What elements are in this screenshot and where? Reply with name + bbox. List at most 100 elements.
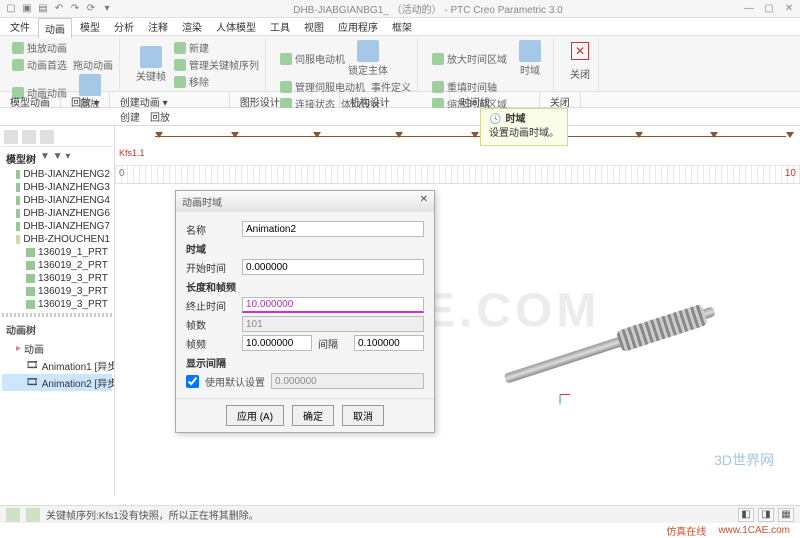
anim-item[interactable]: 🎞Animation1 [异步-分解] [2,357,112,374]
undo-icon[interactable]: ↶ [52,2,66,16]
tree-part[interactable]: 136019_3_PRT [2,272,112,285]
quick-access-toolbar: ▢ ▣ ▤ ↶ ↷ ⟳ ▾ [4,2,114,16]
status-text: 关键帧序列:Kfs1没有快照，所以正在将其删除。 [46,507,259,522]
window-title: DHB-JIABGIANBG1_ （活动的） - PTC Creo Parame… [114,1,742,16]
ribbon-drag[interactable]: 拖动动画 [73,57,113,72]
tree-tab2-icon[interactable] [22,130,36,144]
menu-animation[interactable]: 动画 [38,18,72,38]
dialog-title: 动画时域 [182,194,222,209]
ribbon-remove[interactable]: 移除 [174,74,259,89]
tree-tab-icon[interactable] [4,130,18,144]
ribbon-close-label: 关闭 [570,66,590,81]
input-interval[interactable] [354,335,424,351]
tree-item[interactable]: DHB-JIANZHENG4 [2,194,112,207]
tree-part[interactable]: 136019_1_PRT [2,246,112,259]
minimize-icon[interactable]: — [742,3,756,14]
menu-tools[interactable]: 工具 [264,17,296,36]
lbl-end: 终止时间 [186,298,236,313]
grp-modelanim: 模型动画 [0,92,61,107]
ribbon-close-icon[interactable]: ✕ [571,42,589,60]
status-icon2[interactable] [26,508,40,522]
sec-interval: 显示间隔 [186,355,424,370]
sb-icon[interactable]: ▦ [778,508,794,522]
btn-playback2[interactable]: 回放 [150,109,170,124]
menu-model[interactable]: 模型 [74,17,106,36]
tree-tools[interactable]: 模型树 ▼ ▼ ▾ [2,149,112,168]
menu-annotate[interactable]: 注释 [142,17,174,36]
btn-cancel[interactable]: 取消 [342,405,384,426]
maximize-icon[interactable]: ▢ [762,3,776,14]
windows-icon[interactable]: ▾ [100,2,114,16]
ribbon-play[interactable]: 独放动画 [12,40,67,55]
status-bar: 关键帧序列:Kfs1没有快照，所以正在将其删除。 ◧ ◨ ▦ [0,505,800,523]
open-icon[interactable]: ▣ [20,2,34,16]
menu-render[interactable]: 渲染 [176,17,208,36]
ribbon-zoomin-time[interactable]: 放大时间区域 [432,51,507,66]
input-frames [242,316,424,332]
tree-item[interactable]: DHB-JIANZHENG3 [2,181,112,194]
tree-item[interactable]: DHB-JIANZHENG6 [2,207,112,220]
chk-default[interactable] [186,375,199,388]
grp-create[interactable]: 创建动画 ▾ [110,92,230,107]
lbl-start: 开始时间 [186,260,236,275]
dialog-close-icon[interactable]: ✕ [420,194,428,209]
menu-view[interactable]: 视图 [298,17,330,36]
anim-root[interactable]: ▸动画 [2,340,112,357]
sb-icon[interactable]: ◨ [758,508,774,522]
menu-file[interactable]: 文件 [4,17,36,36]
new-icon[interactable]: ▢ [4,2,18,16]
input-end[interactable] [242,297,424,313]
close-icon[interactable]: ✕ [782,3,796,14]
grp-graphic: 图形设计 [230,92,340,107]
csys-triad-icon [552,386,570,404]
input-usedef [271,373,424,389]
tree-item[interactable]: DHB-JIANZHENG2 [2,168,112,181]
redo-icon[interactable]: ↷ [68,2,82,16]
tree-item[interactable]: DHB-JIANZHENG7 [2,220,112,233]
input-start[interactable] [242,259,424,275]
lbl-frames: 帧数 [186,317,236,332]
ribbon-manage-kf[interactable]: 管理关键帧序列 [174,57,259,72]
footer-url: www.1CAE.com [718,525,790,536]
ribbon: 独放动画 动画首选拖动动画 动画动画回放 关键帧 新建 管理关键帧序列 移除 伺… [0,36,800,92]
title-bar: ▢ ▣ ▤ ↶ ↷ ⟳ ▾ DHB-JIABGIANBG1_ （活动的） - P… [0,0,800,18]
lbl-name: 名称 [186,222,236,237]
grp-playback[interactable]: 回放 ▾ [61,92,110,107]
ribbon-lock[interactable]: 锁定主体 [351,40,385,77]
time-ruler[interactable]: 0 10 [115,166,800,184]
timeline-track[interactable] [155,136,786,137]
timeline-strip[interactable]: Kfs1.1 [115,126,800,166]
regen-icon[interactable]: ⟳ [84,2,98,16]
menu-analysis[interactable]: 分析 [108,17,140,36]
create-bar: 创建 回放 🕓时域 设置动画时域。 [0,108,800,126]
menu-framework[interactable]: 框架 [386,17,418,36]
sb-icon[interactable]: ◧ [738,508,754,522]
model-viewport[interactable] [493,274,727,418]
logo-3dworld: 3D世界网 [714,450,774,470]
ribbon-new[interactable]: 新建 [174,40,259,55]
ribbon-keyframe[interactable]: 关键帧 [134,46,168,83]
tooltip-timedomain: 🕓时域 设置动画时域。 [480,108,568,146]
btn-ok[interactable]: 确定 [292,405,334,426]
ribbon-servo[interactable]: 伺服电动机 [280,51,345,66]
lbl-interval: 间隔 [318,336,348,351]
lbl-fps: 帧频 [186,336,236,351]
tree-assy[interactable]: DHB-ZHOUCHEN1 [2,233,112,246]
grp-timeline: 时间线 [450,92,540,107]
status-icon[interactable] [6,508,20,522]
menu-manikin[interactable]: 人体模型 [210,17,262,36]
anim-item-selected[interactable]: 🎞Animation2 [异步-快照] [2,374,112,391]
menu-applications[interactable]: 应用程序 [332,17,384,36]
btn-create[interactable]: 创建 [120,109,140,124]
btn-apply[interactable]: 应用 (A) [226,405,284,426]
input-fps[interactable] [242,335,312,351]
tree-part[interactable]: 136019_2_PRT [2,259,112,272]
ribbon-timedomain[interactable]: 时域 [513,40,547,77]
tree-part[interactable]: 136019_3_PRT [2,285,112,298]
ribbon-pref[interactable]: 动画首选 [12,57,67,72]
save-icon[interactable]: ▤ [36,2,50,16]
input-name[interactable] [242,221,424,237]
tree-tab3-icon[interactable] [40,130,54,144]
menu-bar: 文件 动画 模型 分析 注释 渲染 人体模型 工具 视图 应用程序 框架 [0,18,800,36]
tree-part[interactable]: 136019_3_PRT [2,298,112,311]
